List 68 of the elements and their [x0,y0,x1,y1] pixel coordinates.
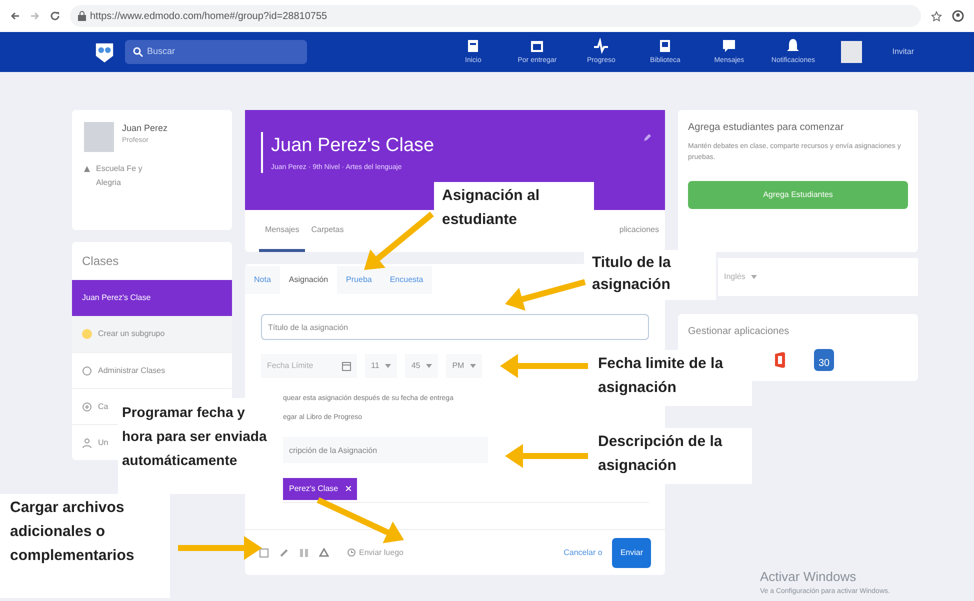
pencil-icon[interactable] [643,134,651,142]
calendar-icon[interactable] [342,361,351,371]
class-list-item[interactable]: Juan Perez's Clase [72,280,232,316]
send-button[interactable]: Enviar [612,538,651,568]
class-tab[interactable]: Mensajes [259,210,306,252]
annotation-callout: Titulo de la asignación [584,250,716,300]
person-icon [82,438,92,448]
search-placeholder: Buscar [147,45,176,58]
chat-bubble-icon [721,38,738,54]
post-type-tab[interactable]: Encuesta [380,266,432,294]
user-menu-link[interactable]: Invitar [892,46,914,58]
minute-select[interactable]: 45 [405,354,438,378]
class-list-item[interactable]: Crear un subgrupo [72,316,232,352]
annotation-callout: Programar fecha y hora para ser enviada automáticamente [118,398,270,494]
triangle-icon[interactable] [319,548,329,558]
class-tab[interactable]: plicaciones [617,210,661,252]
avatar-placeholder [84,122,114,152]
file-icon[interactable] [259,548,269,558]
avatar-placeholder[interactable] [841,41,862,63]
reload-icon[interactable] [50,11,60,21]
paperclip-icon[interactable] [279,548,289,558]
callout-arrow [364,212,434,270]
title-input[interactable]: Título de la asignación [261,314,649,340]
post-type-tab[interactable]: Prueba [337,266,381,294]
lock-icon [78,11,86,21]
recipient-tag[interactable]: Perez's Clase [283,478,358,500]
cancel-link[interactable]: Cancelar o [564,546,602,558]
class-list-item[interactable]: Ca [82,400,108,412]
caret-icon [751,275,758,279]
address-bar[interactable]: https://www.edmodo.com/home#/group?id=28810755 [70,5,921,27]
plus-circle-icon [82,402,92,412]
annotation-callout: Cargar archivos adicionales o complementarios [0,494,170,598]
url-text: https://www.edmodo.com/home#/group?id=28810755 [90,10,328,24]
pulse-line-icon [593,38,610,54]
hour-select[interactable]: 11 [365,354,398,378]
profile-icon[interactable] [952,10,964,22]
card-title: Agrega estudiantes para comenzar [688,121,845,135]
star-icon[interactable] [931,10,942,22]
ampm-select[interactable]: PM [446,354,482,378]
school-icon [84,166,90,172]
caret-icon [426,364,432,368]
add-students-button[interactable]: Agrega Estudiantes [688,181,908,209]
profile-name: Juan Perez [122,122,168,135]
description-input[interactable]: cripción de la Asignación [283,437,488,463]
class-title: Juan Perez's Clase [271,134,434,158]
due-date-field[interactable]: Fecha Límite [261,354,357,378]
card-title: Gestionar aplicaciones [688,325,790,339]
due-date-placeholder: Fecha Límite [267,360,314,372]
class-list-item[interactable]: Un [82,436,108,448]
close-icon[interactable] [346,486,352,491]
post-type-tab[interactable]: Nota [245,266,280,294]
class-tab[interactable]: Carpetas [305,210,350,252]
search-icon [133,47,144,57]
circle-icon [82,329,92,339]
caret-icon [470,364,476,368]
office-app-icon[interactable] [774,351,786,369]
caret-icon [385,364,392,368]
send-later-button[interactable]: Enviar luego [347,546,404,558]
clock-icon [347,548,356,557]
search-field[interactable]: Buscar [125,40,308,64]
school-name: Escuela Fe y Alegria [96,163,144,189]
back-arrow-icon[interactable] [10,11,20,21]
language-select[interactable]: Inglés [718,258,918,296]
class-list-item[interactable]: Administrar Clases [82,364,166,376]
bell-icon [785,38,802,54]
classes-heading: Clases [81,253,120,270]
activation-notice-title: Activar Windows [760,568,858,586]
calendar-app-icon[interactable]: 30 [814,349,834,371]
